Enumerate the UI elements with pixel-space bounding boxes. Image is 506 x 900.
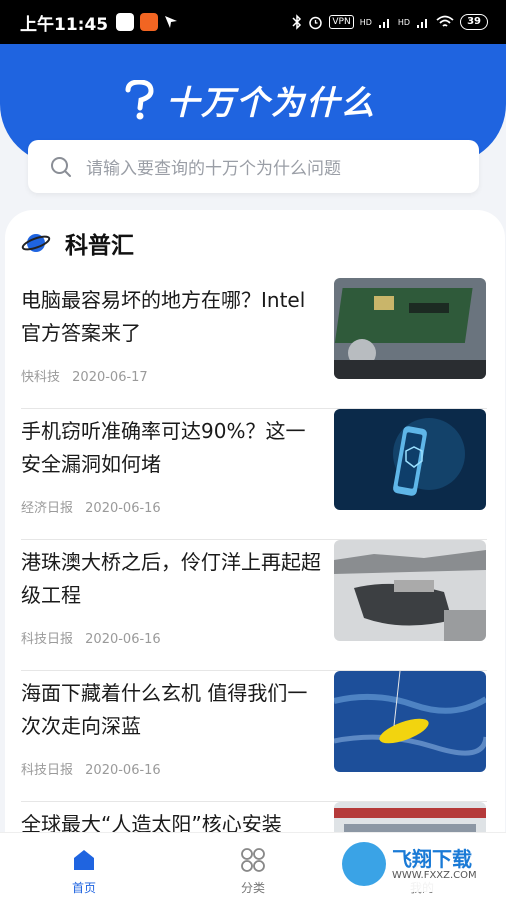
status-bar: 上午11:45 VPN HD HD 39 [0, 0, 506, 44]
article-date: 2020-06-16 [85, 501, 161, 516]
battery-indicator: 39 [460, 14, 488, 30]
planet-icon [21, 234, 51, 252]
article-item[interactable]: 海面下藏着什么玄机 值得我们一次次走向深蓝 科技日报 2020-06-16 [21, 671, 487, 802]
search-input[interactable]: 请输入要查询的十万个为什么问题 [86, 154, 341, 179]
app-logo: 十万个为什么 [124, 76, 376, 124]
watermark-text: 飞翔下载 [392, 846, 472, 871]
vpn-badge: VPN [329, 15, 354, 29]
tab-category-label: 分类 [240, 881, 265, 895]
alarm-icon [309, 16, 323, 29]
hd-label-1: HD [359, 17, 372, 27]
article-source: 科技日报 [21, 632, 74, 647]
article-title[interactable]: 电脑最容易坏的地方在哪？Intel官方答案来了 [21, 284, 321, 350]
hd-label-2: HD [397, 17, 411, 27]
tab-home-label: 首页 [71, 881, 96, 895]
article-thumbnail[interactable] [334, 671, 486, 772]
search-bar[interactable]: 请输入要查询的十万个为什么问题 [28, 140, 479, 193]
search-icon [51, 156, 71, 177]
article-date: 2020-06-17 [72, 370, 148, 385]
article-meta: 快科技 2020-06-17 [21, 366, 156, 385]
content-card: 科普汇 电脑最容易坏的地方在哪？Intel官方答案来了 快科技 2020-06-… [5, 210, 505, 850]
article-title[interactable]: 港珠澳大桥之后，伶仃洋上再起超级工程 [21, 546, 321, 612]
question-mark-icon [124, 79, 154, 120]
location-arrow-icon [165, 16, 178, 28]
play-store-icon [116, 13, 135, 31]
watermark: 飞翔下载 WWW.FXXZ.COM [338, 836, 498, 892]
signal-icon-1 [378, 19, 389, 28]
watermark-url: WWW.FXXZ.COM [392, 869, 477, 881]
bluetooth-icon [292, 14, 302, 30]
tab-category[interactable]: 分类 [193, 833, 313, 900]
article-thumbnail[interactable] [334, 409, 486, 510]
article-title[interactable]: 手机窃听准确率可达90%？这一安全漏洞如何堵 [21, 415, 321, 481]
section-title: 科普汇 [65, 233, 134, 259]
article-meta: 科技日报 2020-06-16 [21, 628, 169, 647]
home-icon [74, 850, 94, 870]
grid-icon [241, 848, 265, 872]
wifi-icon [436, 15, 454, 27]
article-meta: 经济日报 2020-06-16 [21, 497, 169, 516]
article-source: 科技日报 [21, 763, 74, 778]
article-title[interactable]: 海面下藏着什么玄机 值得我们一次次走向深蓝 [21, 677, 321, 743]
article-item[interactable]: 电脑最容易坏的地方在哪？Intel官方答案来了 快科技 2020-06-17 [21, 278, 487, 409]
article-item[interactable]: 手机窃听准确率可达90%？这一安全漏洞如何堵 经济日报 2020-06-16 [21, 409, 487, 540]
article-thumbnail[interactable] [334, 540, 486, 641]
tab-home[interactable]: 首页 [24, 833, 144, 900]
article-source: 经济日报 [21, 501, 74, 516]
article-source: 快科技 [21, 370, 61, 385]
signal-icon-2 [417, 19, 428, 28]
article-date: 2020-06-16 [85, 763, 161, 778]
app-notification-icon [140, 13, 159, 31]
app-title: 十万个为什么 [166, 83, 376, 122]
section-header: 科普汇 [21, 226, 134, 260]
article-item[interactable]: 港珠澳大桥之后，伶仃洋上再起超级工程 科技日报 2020-06-16 [21, 540, 487, 671]
article-thumbnail[interactable] [334, 278, 486, 379]
watermark-logo-icon [342, 842, 386, 886]
article-date: 2020-06-16 [85, 632, 161, 647]
article-meta: 科技日报 2020-06-16 [21, 759, 169, 778]
status-time: 上午11:45 [20, 14, 109, 35]
